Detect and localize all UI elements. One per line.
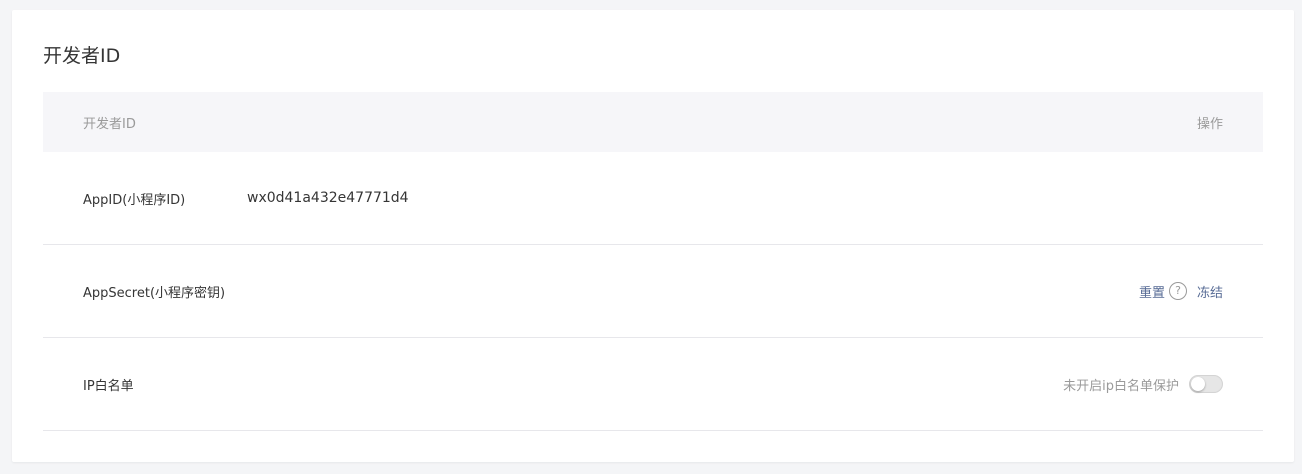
header-developer-id: 开发者ID [83, 116, 136, 132]
header-action: 操作 [1196, 116, 1223, 132]
developer-id-table: 开发者ID 操作 AppID(小程序ID) wx0d41a432e47771d4… [43, 92, 1263, 431]
card-title: 开发者ID [43, 45, 121, 67]
help-icon[interactable]: ? [1168, 282, 1187, 300]
ip-whitelist-toggle[interactable] [1189, 375, 1223, 393]
toggle-knob [1191, 377, 1205, 391]
ip-whitelist-status: 未开启ip白名单保护 [1063, 378, 1179, 394]
table-header: 开发者ID 操作 [43, 92, 1263, 152]
reset-link[interactable]: 重置 [1139, 282, 1165, 301]
freeze-link[interactable]: 冻结 [1197, 282, 1223, 301]
appid-label: AppID(小程序ID) [83, 192, 186, 208]
table-row-appid: AppID(小程序ID) wx0d41a432e47771d4 [43, 152, 1263, 245]
table-row-appsecret: AppSecret(小程序密钥) 重置 ? 冻结 [43, 245, 1263, 338]
table-row-ip-whitelist: IP白名单 未开启ip白名单保护 [43, 338, 1263, 431]
appsecret-label: AppSecret(小程序密钥) [83, 285, 226, 301]
developer-id-card: 开发者ID 开发者ID 操作 AppID(小程序ID) wx0d41a432e4… [12, 10, 1294, 462]
appid-value: wx0d41a432e47771d4 [247, 190, 409, 206]
ip-whitelist-label: IP白名单 [83, 378, 134, 394]
